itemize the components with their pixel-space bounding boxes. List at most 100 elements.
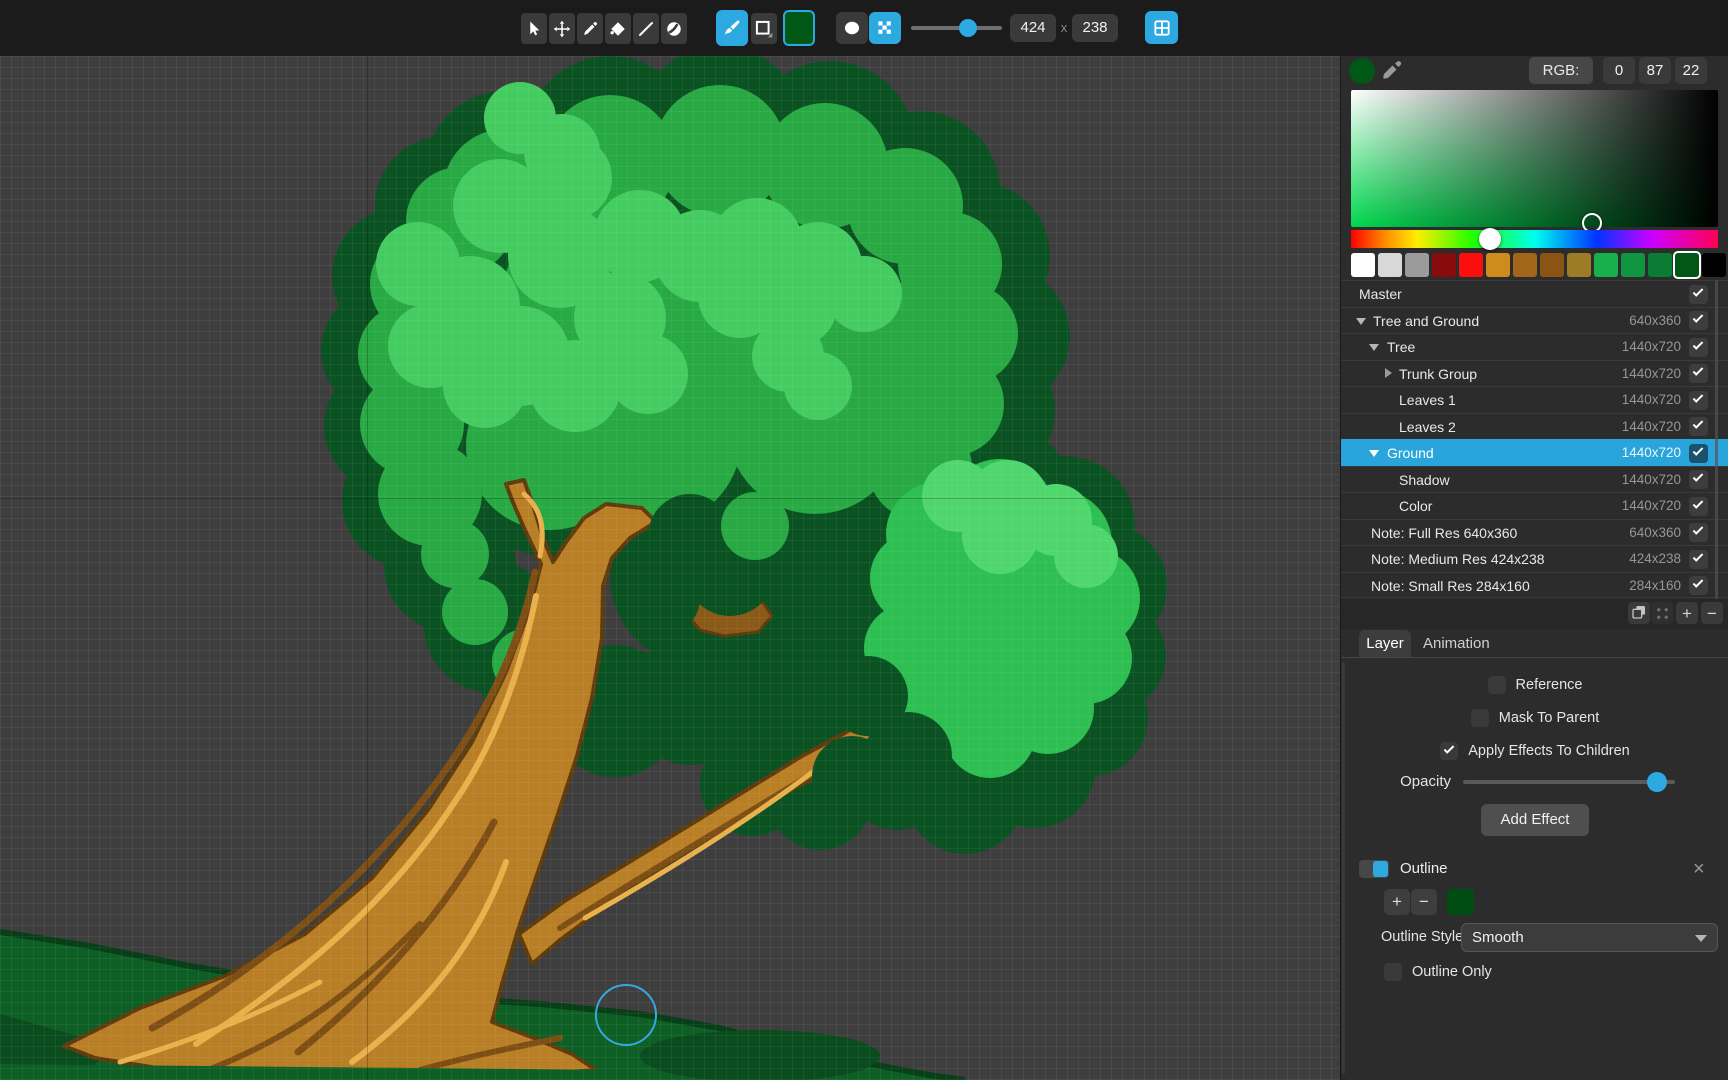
chevron-down-icon[interactable] [1369, 344, 1379, 351]
panel-scrollbar[interactable] [1342, 662, 1345, 1074]
brush-icon [722, 18, 742, 38]
pixel-canvas[interactable]: 242, 182 [0, 56, 1340, 1080]
select-tool-button[interactable] [521, 13, 547, 44]
layer-list-scrollbar[interactable] [1715, 280, 1718, 599]
layer-row-color[interactable]: Color 1440x720 [1341, 492, 1728, 519]
duplicate-layer-button[interactable] [1628, 602, 1650, 624]
outline-add-color-button[interactable]: + [1384, 889, 1410, 915]
palette-swatch[interactable] [1648, 253, 1672, 277]
palette-swatch-selected[interactable] [1675, 253, 1699, 277]
layer-row-note-small-res[interactable]: Note: Small Res 284x160 284x160 [1341, 572, 1728, 599]
shading-tool-button[interactable] [661, 13, 687, 44]
layer-row-master[interactable]: Master [1341, 280, 1728, 307]
add-effect-button[interactable]: Add Effect [1481, 804, 1589, 836]
layer-row-trunk-group[interactable]: Trunk Group 1440x720 [1341, 360, 1728, 387]
eyedropper-icon[interactable] [1379, 59, 1403, 88]
close-icon[interactable]: × [1693, 852, 1705, 886]
palette-swatch[interactable] [1378, 253, 1402, 277]
hue-slider-marker[interactable] [1479, 228, 1501, 250]
visibility-checkbox[interactable] [1689, 338, 1708, 357]
visibility-checkbox[interactable] [1689, 417, 1708, 436]
palette-swatch[interactable] [1486, 253, 1510, 277]
add-layer-button[interactable]: + [1676, 602, 1698, 624]
outline-remove-color-button[interactable]: − [1411, 889, 1437, 915]
chevron-down-icon[interactable] [1356, 318, 1366, 325]
fill-tool-button[interactable] [605, 13, 631, 44]
red-value-field[interactable]: 0 [1603, 57, 1635, 84]
mask-to-parent-label: Mask To Parent [1499, 710, 1599, 726]
palette-swatch[interactable] [1459, 253, 1483, 277]
outline-effect-toggle[interactable] [1359, 860, 1389, 878]
outline-only-option-row: Outline Only [1341, 962, 1728, 982]
reference-checkbox[interactable] [1488, 676, 1506, 694]
chevron-down-icon[interactable] [1369, 450, 1379, 457]
current-color-indicator[interactable] [1349, 58, 1375, 84]
tab-layer[interactable]: Layer [1359, 630, 1411, 657]
blue-value-field[interactable]: 22 [1675, 57, 1707, 84]
canvas-height-field[interactable]: 238 [1072, 14, 1118, 42]
visibility-checkbox[interactable] [1689, 550, 1708, 569]
visibility-checkbox[interactable] [1689, 444, 1708, 463]
palette-swatch[interactable] [1540, 253, 1564, 277]
visibility-checkbox[interactable] [1689, 470, 1708, 489]
brush-shape-button[interactable] [836, 12, 868, 44]
brush-size-slider[interactable] [911, 26, 1002, 30]
rgb-mode-button[interactable]: RGB: [1529, 57, 1593, 84]
grid-toggle-button[interactable] [1145, 11, 1178, 44]
palette-swatch[interactable] [1351, 253, 1375, 277]
palette-swatch[interactable] [1702, 253, 1726, 277]
opacity-slider-knob[interactable] [1647, 772, 1667, 792]
outline-style-value: Smooth [1472, 924, 1524, 951]
palette-swatch[interactable] [1594, 253, 1618, 277]
visibility-checkbox[interactable] [1689, 311, 1708, 330]
layer-row-note-full-res[interactable]: Note: Full Res 640x360 640x360 [1341, 519, 1728, 546]
apply-effects-option-row: Apply Effects To Children [1341, 741, 1728, 761]
layer-row-tree-and-ground[interactable]: Tree and Ground 640x360 [1341, 307, 1728, 334]
mask-to-parent-checkbox[interactable] [1471, 709, 1489, 727]
pencil-tool-button[interactable] [577, 13, 603, 44]
toggle-knob [1373, 861, 1388, 877]
layer-row-shadow[interactable]: Shadow 1440x720 [1341, 466, 1728, 493]
palette-swatch[interactable] [1621, 253, 1645, 277]
chevron-right-icon[interactable] [1385, 368, 1392, 378]
canvas-width-field[interactable]: 424 [1010, 14, 1056, 42]
layer-row-leaves-1[interactable]: Leaves 1 1440x720 [1341, 386, 1728, 413]
palette-swatch[interactable] [1405, 253, 1429, 277]
dither-toggle-button[interactable] [869, 12, 901, 44]
line-tool-button[interactable] [633, 13, 659, 44]
minus-icon: − [1707, 605, 1717, 622]
palette-swatch[interactable] [1513, 253, 1537, 277]
brush-size-slider-knob[interactable] [959, 19, 977, 37]
duplicate-icon [1631, 604, 1647, 623]
apply-effects-checkbox[interactable] [1440, 742, 1458, 760]
current-color-swatch[interactable] [783, 10, 815, 46]
layer-row-tree[interactable]: Tree 1440x720 [1341, 333, 1728, 360]
check-icon [1693, 498, 1704, 509]
visibility-checkbox[interactable] [1689, 497, 1708, 516]
layer-row-leaves-2[interactable]: Leaves 2 1440x720 [1341, 413, 1728, 440]
dimension-separator: x [1058, 14, 1070, 42]
layer-row-ground-selected[interactable]: Ground 1440x720 [1341, 439, 1728, 466]
opacity-slider[interactable] [1463, 780, 1675, 784]
merge-layer-button[interactable] [1651, 602, 1673, 624]
visibility-checkbox[interactable] [1689, 523, 1708, 542]
remove-layer-button[interactable]: − [1701, 602, 1723, 624]
green-value-field[interactable]: 87 [1639, 57, 1671, 84]
saturation-value-picker[interactable] [1351, 90, 1718, 227]
outline-color-swatch[interactable] [1447, 889, 1474, 915]
layer-row-note-medium-res[interactable]: Note: Medium Res 424x238 424x238 [1341, 545, 1728, 572]
palette-swatch[interactable] [1432, 253, 1456, 277]
visibility-checkbox[interactable] [1689, 391, 1708, 410]
shape-tool-button[interactable] [751, 13, 777, 44]
brush-tool-button[interactable] [716, 10, 748, 46]
move-tool-button[interactable] [549, 13, 575, 44]
hue-slider[interactable] [1351, 230, 1718, 248]
palette-swatch[interactable] [1567, 253, 1591, 277]
check-icon [1693, 286, 1704, 297]
outline-only-checkbox[interactable] [1384, 963, 1402, 981]
visibility-checkbox[interactable] [1689, 285, 1708, 304]
outline-style-dropdown[interactable]: Smooth [1461, 923, 1718, 952]
tab-animation[interactable]: Animation [1423, 630, 1490, 657]
visibility-checkbox[interactable] [1689, 364, 1708, 383]
visibility-checkbox[interactable] [1689, 576, 1708, 595]
